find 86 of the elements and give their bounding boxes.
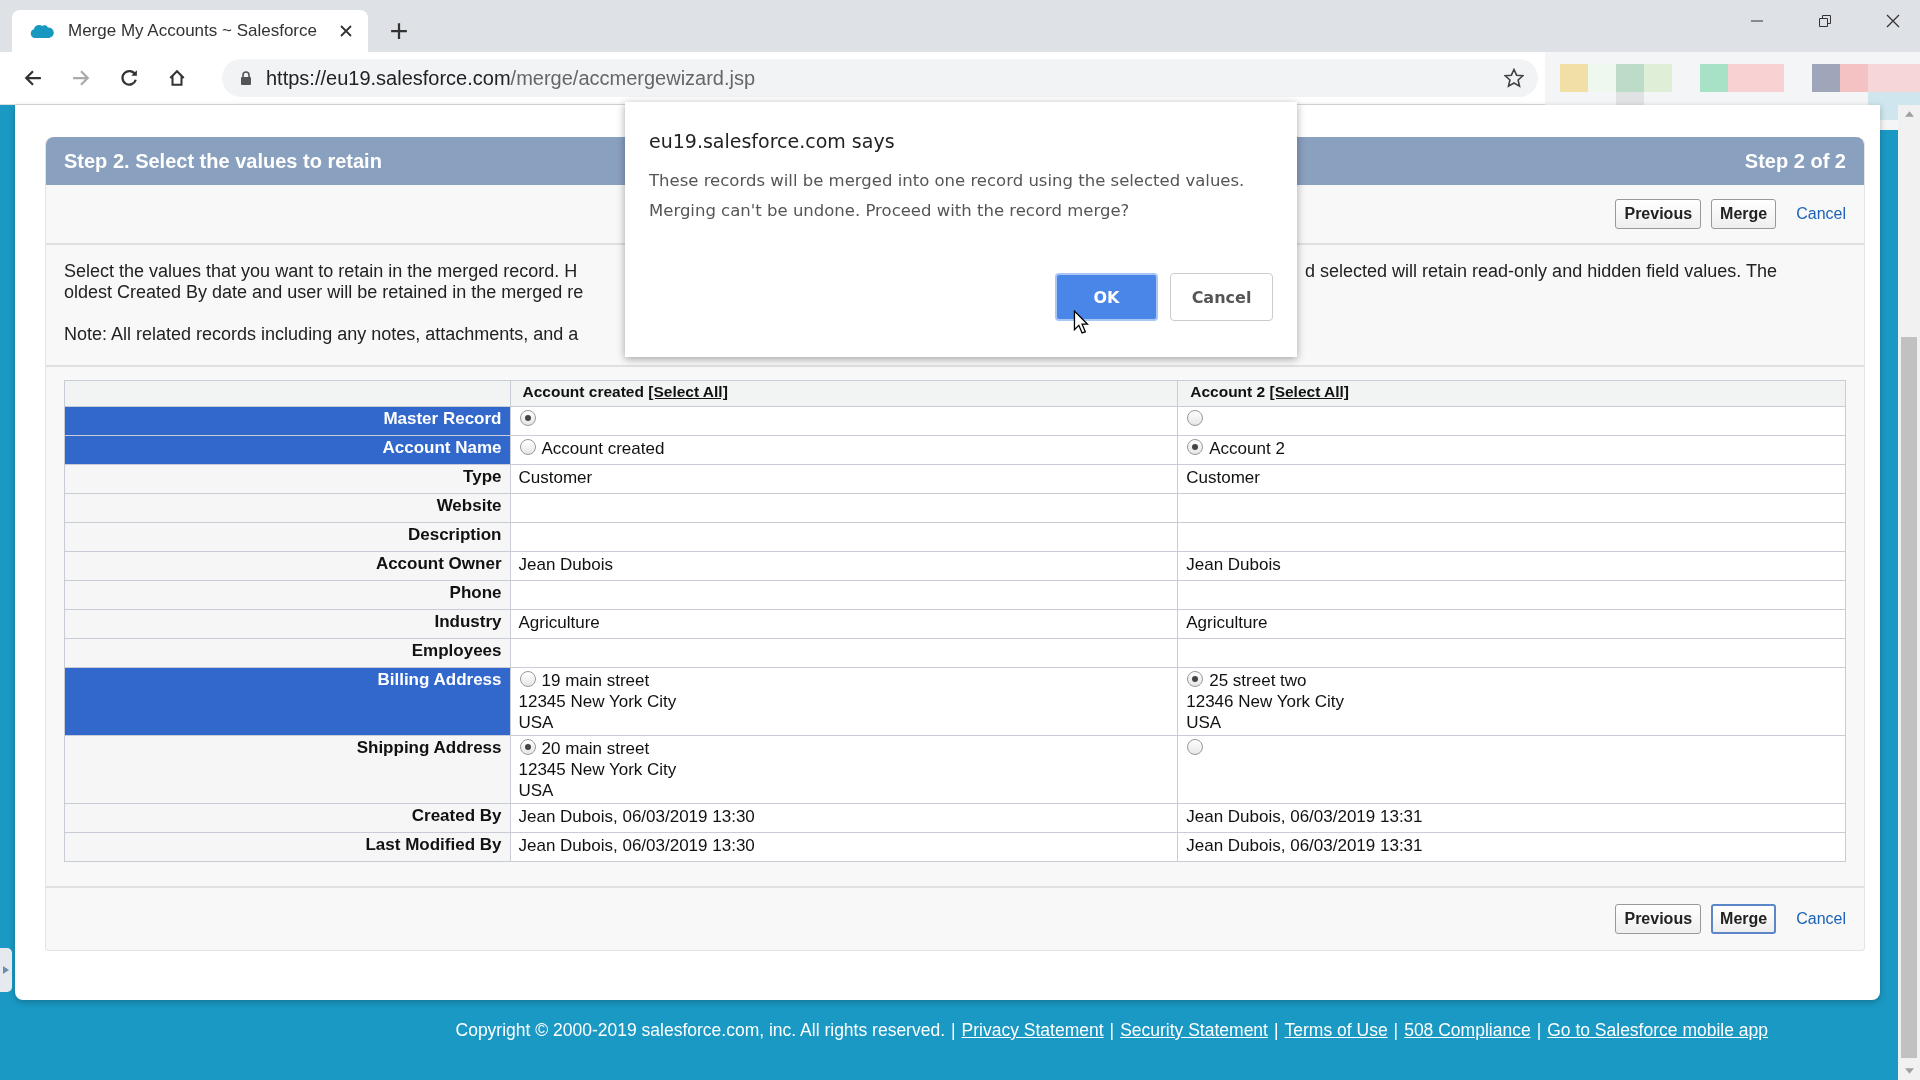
instruction-text: oldest Created By date and user will be retained in the merged re	[64, 282, 584, 303]
cell-text: Customer	[518, 467, 593, 488]
new-tab-icon[interactable]	[390, 22, 408, 40]
tab-title: Merge My Accounts ~ Salesforce	[68, 21, 318, 41]
select-all-link[interactable]: [Select All]	[648, 383, 728, 400]
wizard-button[interactable]: Merge	[1711, 904, 1777, 934]
cell-text: USA	[518, 712, 554, 733]
note-text: Note: All related records including any notes, attachments, and a	[64, 324, 579, 345]
reload-icon[interactable]	[120, 69, 138, 87]
cell-text: 19 main street	[541, 670, 650, 691]
restore-icon[interactable]	[1818, 14, 1832, 28]
field-label: Website	[64, 493, 510, 523]
cell-text: Jean Dubois, 06/03/2019 13:31	[1186, 806, 1423, 827]
wizard-button[interactable]: Previous	[1615, 904, 1702, 934]
field-label: Shipping Address	[64, 735, 510, 804]
separator-text: |	[1536, 1020, 1542, 1041]
cancel-link[interactable]: Cancel	[1796, 910, 1846, 928]
sidebar-toggle[interactable]	[0, 948, 12, 992]
radio-button[interactable]	[519, 410, 536, 426]
star-icon[interactable]	[1504, 68, 1524, 88]
close-icon[interactable]	[1886, 14, 1900, 28]
cell-text: 12345 New York City	[518, 759, 677, 780]
column-header: Account created	[522, 383, 644, 400]
close-icon[interactable]	[340, 25, 352, 37]
field-label: Account Name	[64, 435, 510, 465]
ok-button[interactable]: OK	[1055, 273, 1158, 321]
cell-text: 25 street two	[1209, 670, 1307, 691]
cell-text: Customer	[1186, 467, 1260, 488]
step-title: Step 2. Select the values to retain	[64, 149, 382, 173]
cell-text: Jean Dubois, 06/03/2019 13:30	[518, 835, 755, 856]
instruction-text: d selected will retain read-only and hidden field values. The	[1305, 261, 1777, 282]
instruction-text: Select the values that you want to retain in the merged record. H	[64, 261, 578, 282]
url-host: https://eu19.salesforce.com	[266, 66, 511, 89]
cloud-icon	[30, 23, 54, 39]
wizard-button[interactable]: Merge	[1711, 199, 1777, 229]
cancel-link[interactable]: Cancel	[1796, 205, 1846, 223]
cell-text: Jean Dubois, 06/03/2019 13:30	[518, 806, 755, 827]
cell-text: Account created	[541, 438, 665, 459]
browser-tab[interactable]: Merge My Accounts ~ Salesforce	[12, 10, 368, 52]
column-header: Account 2	[1190, 383, 1266, 400]
radio-button[interactable]	[1187, 739, 1204, 755]
radio-button[interactable]	[1187, 671, 1204, 687]
field-label: Phone	[64, 580, 510, 610]
cell-text: Jean Dubois	[518, 554, 613, 575]
field-label: Billing Address	[64, 667, 510, 736]
cell-text: Agriculture	[1186, 612, 1268, 633]
cell-text: 12346 New York City	[1186, 691, 1345, 712]
dialog-title: eu19.salesforce.com says	[649, 130, 896, 152]
cancel-button[interactable]: Cancel	[1170, 273, 1273, 321]
separator-text: |	[1109, 1020, 1115, 1041]
cell-text: Jean Dubois, 06/03/2019 13:31	[1186, 835, 1423, 856]
field-label: Description	[64, 522, 510, 552]
field-label: Industry	[64, 609, 510, 639]
cell-text: Account 2	[1209, 438, 1285, 459]
field-label: Type	[64, 464, 510, 494]
separator-text: |	[1393, 1020, 1399, 1041]
select-all-link[interactable]: [Select All]	[1269, 383, 1349, 400]
copyright-text: Copyright © 2000-2019 salesforce.com, inc. All rights reserved.	[455, 1020, 946, 1041]
lock-icon	[240, 71, 252, 85]
step-counter: Step 2 of 2	[1744, 149, 1846, 173]
cell-text: 20 main street	[541, 738, 650, 759]
dialog-message: These records will be merged into one record using the selected values. Merging can't be undone. Proceed with the record merge?	[649, 170, 1246, 222]
url-path: /merge/accmergewizard.jsp	[510, 66, 756, 89]
field-label: Account Owner	[64, 551, 510, 581]
field-label: Created By	[64, 803, 510, 833]
address-bar[interactable]: https://eu19.salesforce.com/merge/accmergewizard.jsp	[222, 59, 1538, 97]
wizard-button[interactable]: Previous	[1615, 199, 1702, 229]
cell-text: USA	[518, 780, 554, 801]
radio-button[interactable]	[519, 739, 536, 755]
back-icon[interactable]	[24, 69, 42, 87]
cell-text: Agriculture	[518, 612, 600, 633]
field-label: Last Modified By	[64, 832, 510, 862]
field-label: Employees	[64, 638, 510, 668]
cell-text: USA	[1186, 712, 1222, 733]
radio-button[interactable]	[519, 671, 536, 687]
radio-button[interactable]	[519, 439, 536, 455]
separator-text: |	[951, 1020, 956, 1041]
radio-button[interactable]	[1187, 410, 1204, 426]
separator-text: |	[1274, 1020, 1279, 1041]
home-icon[interactable]	[168, 69, 186, 87]
mouse-pointer-icon	[1073, 310, 1089, 334]
triangle-icon	[3, 966, 9, 974]
field-label: Master Record	[64, 406, 510, 436]
cell-text: 12345 New York City	[518, 691, 677, 712]
radio-button[interactable]	[1187, 439, 1204, 455]
cell-text: Jean Dubois	[1186, 554, 1281, 575]
